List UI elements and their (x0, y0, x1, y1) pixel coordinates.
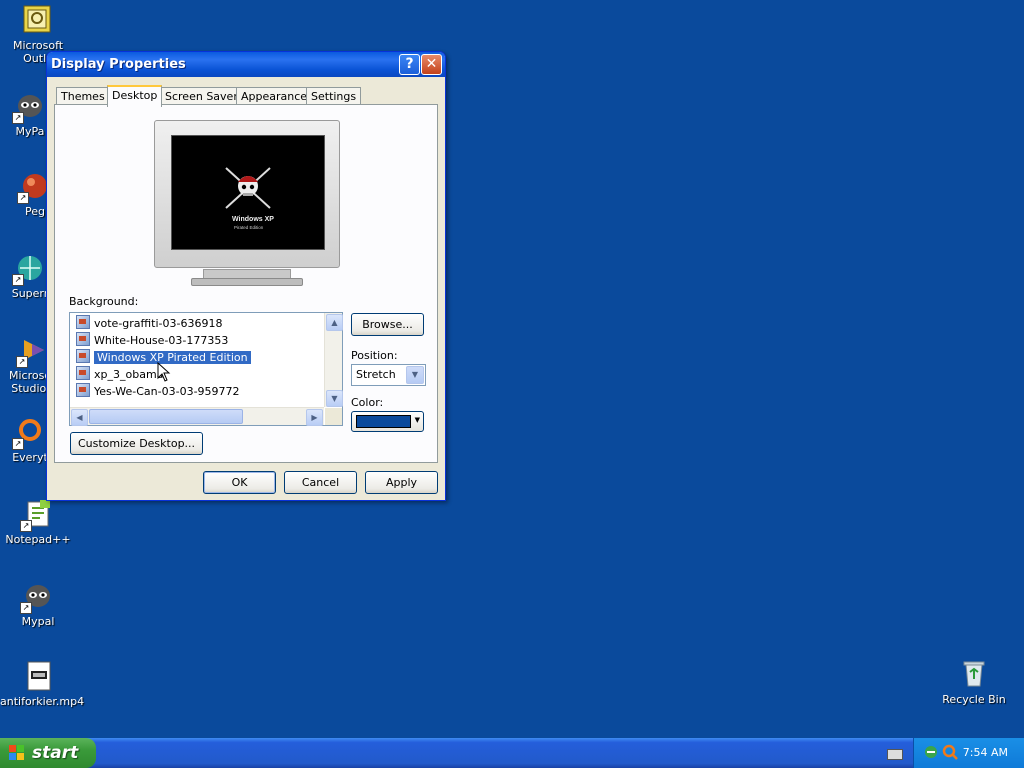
position-value: Stretch (356, 368, 396, 381)
list-item[interactable]: White-House-03-177353 (76, 332, 228, 348)
customize-desktop-button[interactable]: Customize Desktop... (70, 432, 203, 455)
scroll-right-icon[interactable]: ▶ (306, 409, 323, 426)
preview-logo-line1: Windows XP (232, 216, 274, 223)
video-file-icon (22, 660, 54, 692)
search-icon: ↗ (12, 416, 46, 450)
desktop-icon-label: Notepad++ (5, 533, 71, 546)
shortcut-arrow-icon: ↗ (17, 192, 29, 204)
title-bar[interactable]: Display Properties ? ✕ (47, 52, 445, 77)
scroll-up-icon[interactable]: ▲ (326, 314, 343, 331)
shortcut-arrow-icon: ↗ (12, 274, 24, 286)
desktop-icon-notepadpp[interactable]: ↗ Notepad++ (0, 498, 76, 546)
raccoon-icon: ↗ (20, 580, 54, 614)
shortcut-arrow-icon: ↗ (20, 602, 32, 614)
shortcut-arrow-icon: ↗ (16, 356, 28, 368)
globe-icon: ↗ (12, 252, 46, 286)
clock[interactable]: 7:54 AM (963, 746, 1008, 759)
desktop-tab-panel: Windows XP Pirated Edition Background: v… (54, 104, 438, 463)
color-label: Color: (351, 396, 384, 409)
desktop-icon-label: Recycle Bin (942, 693, 1006, 706)
color-picker-button[interactable]: ▼ (351, 411, 424, 432)
desktop-icon-label: Mypal (21, 615, 55, 628)
display-properties-window: Display Properties ? ✕ Themes Desktop Sc… (46, 51, 446, 501)
keyboard-icon[interactable] (887, 749, 903, 760)
tab-settings[interactable]: Settings (306, 87, 362, 105)
chevron-down-icon: ▼ (414, 416, 420, 424)
monitor-preview: Windows XP Pirated Edition (154, 120, 340, 286)
desktop-icon-antiforkier[interactable]: antiforkier.mp4 (0, 660, 85, 708)
raccoon-icon: ↗ (12, 90, 46, 124)
scroll-down-icon[interactable]: ▼ (326, 390, 343, 407)
close-button[interactable]: ✕ (421, 54, 442, 75)
monitor-base (191, 278, 303, 286)
position-label: Position: (351, 349, 398, 362)
ok-button[interactable]: OK (203, 471, 276, 494)
shortcut-arrow-icon: ↗ (12, 112, 24, 124)
scrollbar-corner (325, 408, 342, 425)
desktop-icon-recycle-bin[interactable]: Recycle Bin (936, 658, 1012, 706)
list-item[interactable]: xp_3_obama (76, 366, 163, 382)
start-button[interactable]: start (0, 738, 96, 768)
tab-screen-saver[interactable]: Screen Saver (160, 87, 243, 105)
taskbar: start 7:54 AM (0, 738, 1024, 768)
shortcut-arrow-icon: ↗ (20, 520, 32, 532)
shortcut-arrow-icon: ↗ (12, 438, 24, 450)
desktop-icon-label: antiforkier.mp4 (0, 695, 85, 708)
network-icon[interactable] (924, 745, 938, 762)
background-list[interactable]: vote-graffiti-03-636918 White-House-03-1… (69, 312, 343, 426)
window-title: Display Properties (51, 57, 186, 72)
image-file-icon (76, 383, 90, 397)
image-file-icon (76, 332, 90, 346)
wallpaper-preview: Windows XP Pirated Edition (171, 135, 325, 250)
horizontal-scroll-thumb[interactable] (89, 409, 243, 424)
system-tray: 7:54 AM (913, 738, 1024, 768)
outlook-icon (22, 4, 54, 36)
tab-appearance[interactable]: Appearance (236, 87, 313, 105)
horizontal-scrollbar[interactable]: ◀ ▶ (70, 407, 324, 426)
recycle-bin-icon (958, 658, 990, 690)
desktop-icon-mypal[interactable]: ↗ Mypal (0, 580, 76, 628)
apply-button[interactable]: Apply (365, 471, 438, 494)
help-button[interactable]: ? (399, 54, 420, 75)
position-select[interactable]: Stretch ▼ (351, 364, 426, 386)
search-icon[interactable] (942, 744, 958, 763)
image-file-icon (76, 366, 90, 380)
image-file-icon (76, 349, 90, 363)
notepad-icon: ↗ (20, 498, 54, 532)
color-swatch (356, 415, 411, 428)
list-item[interactable]: Yes-We-Can-03-03-959772 (76, 383, 240, 399)
start-label: start (32, 743, 79, 763)
tab-themes[interactable]: Themes (56, 87, 110, 105)
list-item[interactable]: vote-graffiti-03-636918 (76, 315, 222, 331)
browse-button[interactable]: Browse... (351, 313, 424, 336)
windows-flag-icon (9, 745, 25, 761)
vertical-scrollbar[interactable]: ▲ ▼ (324, 313, 343, 407)
scroll-left-icon[interactable]: ◀ (71, 409, 88, 426)
tab-desktop[interactable]: Desktop (107, 85, 163, 107)
image-file-icon (76, 315, 90, 329)
chevron-down-icon[interactable]: ▼ (406, 366, 424, 384)
preview-logo-line2: Pirated Edition (234, 225, 264, 230)
background-label: Background: (69, 295, 139, 308)
cancel-button[interactable]: Cancel (284, 471, 357, 494)
